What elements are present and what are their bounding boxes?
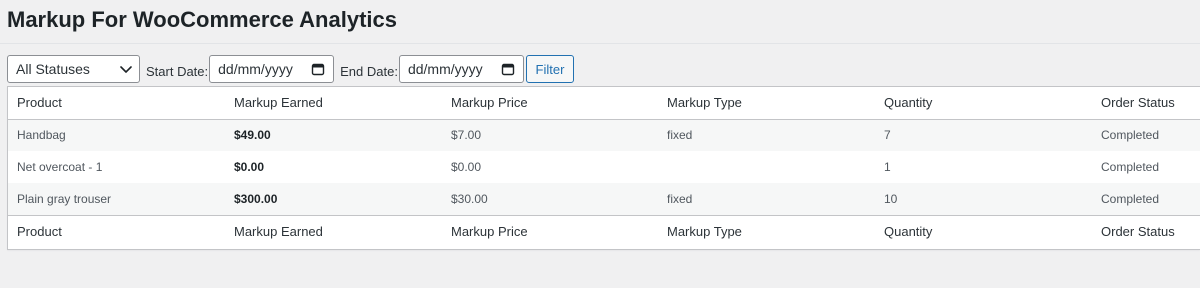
cell-product: Net overcoat - 1 [17, 160, 103, 174]
cell-product: Plain gray trouser [17, 191, 112, 206]
cell-order-status: Completed [1101, 128, 1160, 143]
column-header-order-status: Order Status [1101, 95, 1175, 111]
cell-markup-type: fixed [667, 128, 693, 143]
cell-markup-earned: $0.00 [234, 160, 265, 174]
column-footer-markup-type: Markup Type [667, 223, 742, 239]
filter-button[interactable]: Filter [525, 55, 574, 83]
table-header-row: Product Markup Earned Markup Price Marku… [8, 87, 1200, 119]
cell-markup-price: $7.00 [451, 128, 482, 143]
cell-markup-type [658, 151, 875, 183]
table-footer-row: Product Markup Earned Markup Price Marku… [8, 215, 1200, 247]
column-header-markup-price: Markup Price [451, 95, 528, 111]
cell-quantity: 10 [884, 191, 898, 206]
start-date-label: Start Date: [146, 63, 209, 79]
cell-order-status: Completed [1101, 191, 1160, 206]
table-row: Handbag $49.00 $7.00 fixed 7 Completed [8, 119, 1200, 151]
calendar-icon[interactable] [311, 62, 325, 76]
status-select[interactable]: All Statuses [7, 55, 140, 83]
cell-markup-price: $0.00 [451, 160, 482, 174]
column-footer-markup-price: Markup Price [451, 223, 528, 239]
end-date-input[interactable]: dd/mm/yyyy [398, 55, 524, 83]
table-row: Net overcoat - 1 $0.00 $0.00 1 Completed [8, 151, 1200, 183]
cell-quantity: 1 [884, 160, 891, 174]
column-footer-quantity: Quantity [884, 223, 933, 239]
start-date-value: dd/mm/yyyy [218, 61, 293, 77]
filter-bar: All Statuses Start Date: dd/mm/yyyy End … [7, 55, 574, 83]
page: Markup For WooCommerce Analytics All Sta… [0, 0, 1200, 288]
column-header-markup-type: Markup Type [667, 95, 742, 111]
title-divider [0, 43, 1200, 44]
end-date-label: End Date: [340, 63, 398, 79]
cell-markup-price: $30.00 [451, 191, 488, 206]
end-date-value: dd/mm/yyyy [407, 61, 483, 77]
calendar-icon[interactable] [501, 62, 515, 76]
column-footer-order-status: Order Status [1101, 223, 1175, 239]
status-select-value: All Statuses [16, 61, 90, 77]
column-header-markup-earned: Markup Earned [234, 95, 323, 111]
cell-order-status: Completed [1101, 160, 1160, 174]
column-header-quantity: Quantity [884, 95, 933, 111]
cell-markup-type: fixed [667, 191, 693, 206]
page-title: Markup For WooCommerce Analytics [7, 7, 397, 32]
cell-quantity: 7 [884, 128, 891, 143]
column-header-product: Product [17, 95, 62, 111]
cell-markup-earned: $300.00 [234, 191, 278, 206]
cell-markup-earned: $49.00 [234, 128, 271, 143]
column-footer-product: Product [17, 223, 62, 239]
chevron-down-icon [119, 62, 133, 76]
start-date-input[interactable]: dd/mm/yyyy [209, 55, 335, 83]
cell-product: Handbag [17, 128, 66, 143]
column-footer-markup-earned: Markup Earned [234, 223, 323, 239]
analytics-table: Product Markup Earned Markup Price Marku… [7, 86, 1200, 250]
table-row: Plain gray trouser $300.00 $30.00 fixed … [8, 183, 1200, 215]
